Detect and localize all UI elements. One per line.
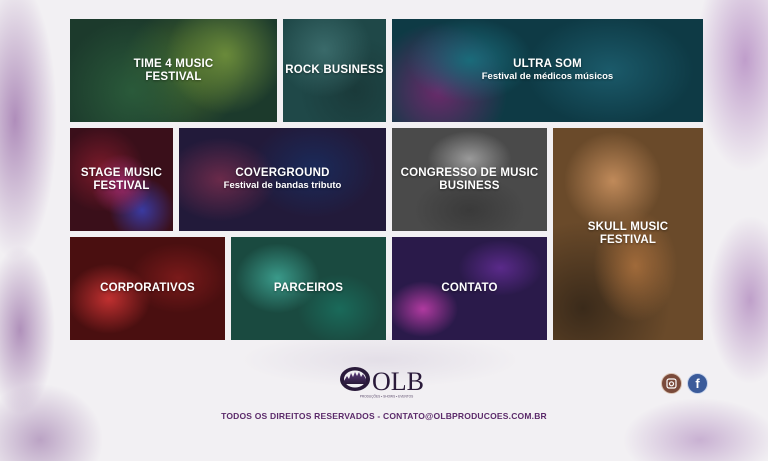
tile-rock-business[interactable]: ROCK BUSINESS <box>283 19 386 122</box>
tile-title: STAGE MUSIC FESTIVAL <box>80 166 163 192</box>
tile-corporativos[interactable]: CORPORATIVOS <box>70 237 225 340</box>
camera-glyph <box>662 374 681 393</box>
logo-tagline: PRODUÇÕES • SHOWS • EVENTOS <box>360 394 414 399</box>
tile-title: ULTRA SOM <box>513 58 582 70</box>
tile-title: CONGRESSO DE MUSIC BUSINESS <box>400 166 539 192</box>
facebook-glyph: f <box>695 376 700 391</box>
tile-title: CORPORATIVOS <box>100 282 195 294</box>
footer-rights-text: TODOS OS DIREITOS RESERVADOS - CONTATO@O… <box>221 411 547 421</box>
facebook-icon[interactable]: f <box>687 373 708 394</box>
tile-congresso-de-music-business[interactable]: CONGRESSO DE MUSIC BUSINESS <box>392 128 547 231</box>
tile-subtitle: Festival de bandas tributo <box>223 180 342 191</box>
tile-subtitle: Festival de médicos músicos <box>481 71 614 82</box>
tile-title: CONTATO <box>441 282 498 294</box>
tile-time-4-music-festival[interactable]: TIME 4 MUSIC FESTIVAL <box>70 19 277 122</box>
instagram-icon[interactable] <box>661 373 682 394</box>
tile-contato[interactable]: CONTATO <box>392 237 547 340</box>
tile-title: TIME 4 MUSIC FESTIVAL <box>133 57 214 83</box>
tile-skull-music-festival[interactable]: SKULL MUSIC FESTIVAL <box>553 128 703 340</box>
tile-title: COVERGROUND <box>235 167 330 179</box>
tile-title: ROCK BUSINESS <box>285 64 384 76</box>
tile-ultra-som[interactable]: ULTRA SOM Festival de médicos músicos <box>392 19 703 122</box>
olb-logo[interactable]: OLB PRODUÇÕES • SHOWS • EVENTOS <box>339 365 434 399</box>
tile-stage-music-festival[interactable]: STAGE MUSIC FESTIVAL <box>70 128 173 231</box>
tile-coverground[interactable]: COVERGROUND Festival de bandas tributo <box>179 128 386 231</box>
tile-title: SKULL MUSIC FESTIVAL <box>587 221 669 246</box>
tile-title: PARCEIROS <box>273 282 344 294</box>
logo-text: OLB <box>372 367 424 396</box>
tile-parceiros[interactable]: PARCEIROS <box>231 237 386 340</box>
